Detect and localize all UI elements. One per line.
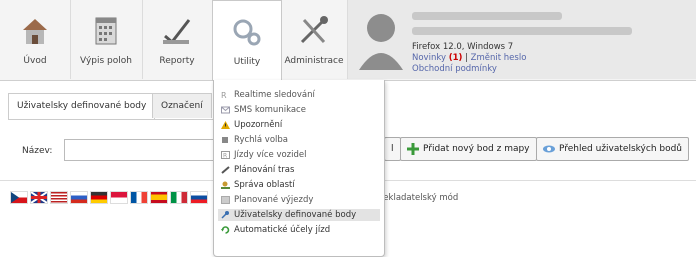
nav-item-uvod[interactable]: Úvod [0, 0, 71, 79]
nav-label: Výpis poloh [80, 56, 132, 66]
translator-mode-label[interactable]: řekladatelský mód [380, 193, 458, 203]
pen-check-icon [163, 19, 191, 45]
menu-item-label: Rychlá volba [234, 135, 289, 145]
plus-icon [407, 143, 419, 155]
svg-text:R: R [223, 153, 227, 160]
menu-item-realtime[interactable]: R Realtime sledování [218, 89, 380, 101]
user-info: Firefox 12.0, Windows 7 Novinky (1) | Zm… [412, 12, 632, 75]
user-panel: Firefox 12.0, Windows 7 Novinky (1) | Zm… [348, 0, 696, 79]
flag-it-icon[interactable] [170, 191, 188, 204]
news-label[interactable]: Novinky [412, 53, 446, 63]
menu-item-label: Realtime sledování [234, 90, 315, 100]
menu-item-multi-vehicle[interactable]: R Jízdy více vozidel [218, 149, 380, 161]
news-count-badge: (1) [448, 53, 463, 63]
eye-icon [543, 145, 555, 153]
separator: | [465, 53, 468, 63]
nav-label: Úvod [23, 56, 47, 66]
menu-item-sms[interactable]: SMS komunikace [218, 104, 380, 116]
sms-icon [221, 106, 230, 114]
tab-oznaceni[interactable]: Označení [152, 93, 212, 118]
refresh-icon [221, 226, 230, 234]
flag-es-icon[interactable] [150, 191, 168, 204]
menu-item-label: Automatické účely jízd [234, 225, 331, 235]
menu-item-warnings[interactable]: Upozornění [218, 119, 380, 131]
menu-item-route-planning[interactable]: Plánování tras [218, 164, 380, 176]
svg-text:R: R [221, 91, 227, 99]
top-navigation: Úvod Výpis poloh Reporty Utility Adminis… [0, 0, 696, 81]
menu-item-label: Upozornění [234, 120, 283, 130]
menu-item-label: Planované výjezdy [234, 195, 314, 205]
user-name-redacted [412, 12, 562, 20]
house-icon [23, 19, 47, 44]
utility-dropdown-menu: R Realtime sledování SMS komunikace Upoz… [213, 80, 385, 257]
nav-item-utility[interactable]: Utility [212, 0, 282, 81]
menu-item-area-management[interactable]: Správa oblastí [218, 179, 380, 191]
gears-icon [233, 19, 261, 46]
flag-us-icon[interactable] [50, 191, 68, 204]
menu-item-auto-trip-purposes[interactable]: Automatické účely jízd [218, 224, 380, 236]
menu-item-user-defined-points[interactable]: Uživatelsky definované body [218, 209, 380, 221]
change-password-link[interactable]: Změnit heslo [471, 53, 527, 63]
multi-vehicle-icon: R [221, 151, 230, 159]
name-label: Název: [22, 146, 53, 156]
warning-icon [221, 121, 230, 129]
avatar [359, 14, 403, 70]
area-management-icon [221, 181, 230, 189]
tools-icon [300, 16, 328, 44]
add-point-button[interactable]: Přidat nový bod z mapy [400, 137, 537, 161]
flag-sk-icon[interactable] [190, 191, 208, 204]
nav-item-reporty[interactable]: Reporty [142, 0, 213, 79]
nav-label: Administrace [284, 56, 344, 66]
user-email-redacted [412, 27, 632, 35]
pin-icon [221, 211, 229, 219]
menu-item-label: Správa oblastí [234, 180, 295, 190]
partial-button[interactable]: l [384, 137, 401, 161]
partial-button-label: l [391, 144, 394, 154]
nav-item-administrace[interactable]: Administrace [281, 0, 348, 79]
flag-cz-icon[interactable] [10, 191, 28, 204]
planned-trips-icon [221, 196, 230, 204]
tab-user-defined-points[interactable]: Uživatelsky definované body [8, 93, 156, 119]
menu-item-planned-trips[interactable]: Planované výjezdy [218, 194, 380, 206]
menu-item-quick-select[interactable]: Rychlá volba [218, 134, 380, 146]
menu-item-label: Jízdy více vozidel [234, 150, 307, 160]
flag-de-icon[interactable] [90, 191, 108, 204]
flag-pl-icon[interactable] [110, 191, 128, 204]
menu-item-label: SMS komunikace [234, 105, 306, 115]
news-link[interactable]: Novinky (1) [412, 53, 462, 63]
flag-uk-icon[interactable] [30, 191, 48, 204]
add-point-label: Přidat nový bod z mapy [423, 144, 530, 154]
nav-label: Utility [233, 57, 261, 67]
browser-info: Firefox 12.0, Windows 7 [412, 42, 514, 52]
nav-label: Reporty [159, 56, 195, 66]
overview-button[interactable]: Přehled uživatelských bodů [536, 137, 690, 161]
overview-label: Přehled uživatelských bodů [559, 144, 683, 154]
nav-item-vypis-poloh[interactable]: Výpis poloh [70, 0, 143, 79]
menu-item-label: Uživatelsky definované body [234, 210, 357, 220]
flag-fr-icon[interactable] [130, 191, 148, 204]
terms-link[interactable]: Obchodní podmínky [412, 64, 497, 74]
route-planning-icon [221, 166, 230, 174]
calendar-icon [95, 17, 117, 45]
flag-ru-icon[interactable] [70, 191, 88, 204]
menu-item-label: Plánování tras [234, 165, 295, 175]
realtime-icon: R [221, 91, 227, 99]
quick-select-icon [222, 137, 228, 143]
